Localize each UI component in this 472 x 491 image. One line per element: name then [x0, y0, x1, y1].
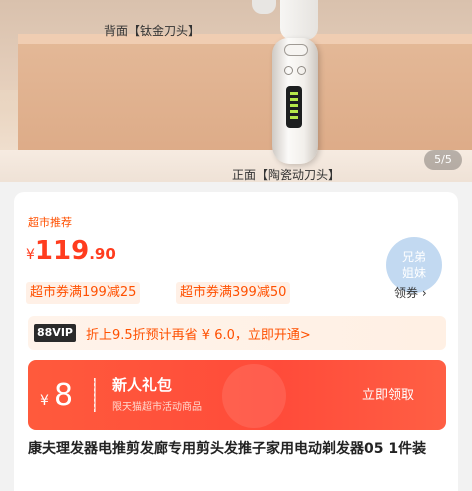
mode-button-icon: [297, 66, 306, 75]
battery-bar: [290, 110, 298, 113]
battery-bar: [290, 116, 298, 119]
price: ¥119.90: [26, 236, 116, 266]
section-tag: 超市推荐: [28, 216, 72, 229]
gift-subtitle: 限天猫超市活动商品: [112, 402, 202, 413]
vip-banner[interactable]: 88VIP 折上9.5折预计再省 ¥ 6.0，立即开通>: [28, 316, 446, 350]
vip-offer-text: 折上9.5折预计再省 ¥ 6.0，立即开通>: [86, 328, 311, 343]
get-coupon-link[interactable]: 领券 ›: [394, 284, 427, 301]
battery-bar: [290, 98, 298, 101]
gift-currency: ¥: [40, 393, 49, 409]
battery-bar: [290, 92, 298, 95]
price-currency: ¥: [26, 247, 35, 263]
product-box-top: [18, 34, 472, 44]
gift-divider: [94, 378, 96, 412]
product-image-carousel[interactable]: 背面【钛金刀头】 正面【陶瓷动刀头】 5/5: [0, 0, 472, 182]
product-title: 康夫理发器电推剪发廊专用剪头发推子家用电动剃发器05 1件装: [28, 441, 427, 457]
battery-bar: [290, 104, 298, 107]
image-page-indicator: 5/5: [424, 150, 462, 170]
clipper-back-body: [280, 0, 318, 40]
coupon-tag-1[interactable]: 超市券满199减25: [26, 282, 141, 304]
gift-watermark-icon: [222, 364, 286, 428]
back-label: 背面【钛金刀头】: [104, 24, 201, 38]
vip-badge: 88VIP: [34, 324, 76, 342]
front-label: 正面【陶瓷动刀头】: [232, 168, 341, 182]
power-button-icon: [284, 44, 308, 56]
gift-title: 新人礼包: [112, 376, 173, 394]
gift-amount: ¥ 8: [40, 378, 73, 413]
product-info-card: 超市推荐 ¥119.90 兄弟 姐妹 超市券满199减25 超市券满399减50…: [14, 192, 458, 491]
gift-value: 8: [54, 378, 74, 413]
claim-gift-button[interactable]: 立即领取: [362, 384, 414, 403]
price-decimal: .90: [89, 245, 116, 263]
price-integer: 119: [34, 236, 90, 266]
new-user-gift-banner[interactable]: ¥ 8 新人礼包 限天猫超市活动商品 立即领取: [28, 360, 446, 430]
bubble-text: 兄弟 姐妹: [401, 250, 426, 280]
mode-button-icon: [284, 66, 293, 75]
coupon-tag-2[interactable]: 超市券满399减50: [176, 282, 291, 304]
